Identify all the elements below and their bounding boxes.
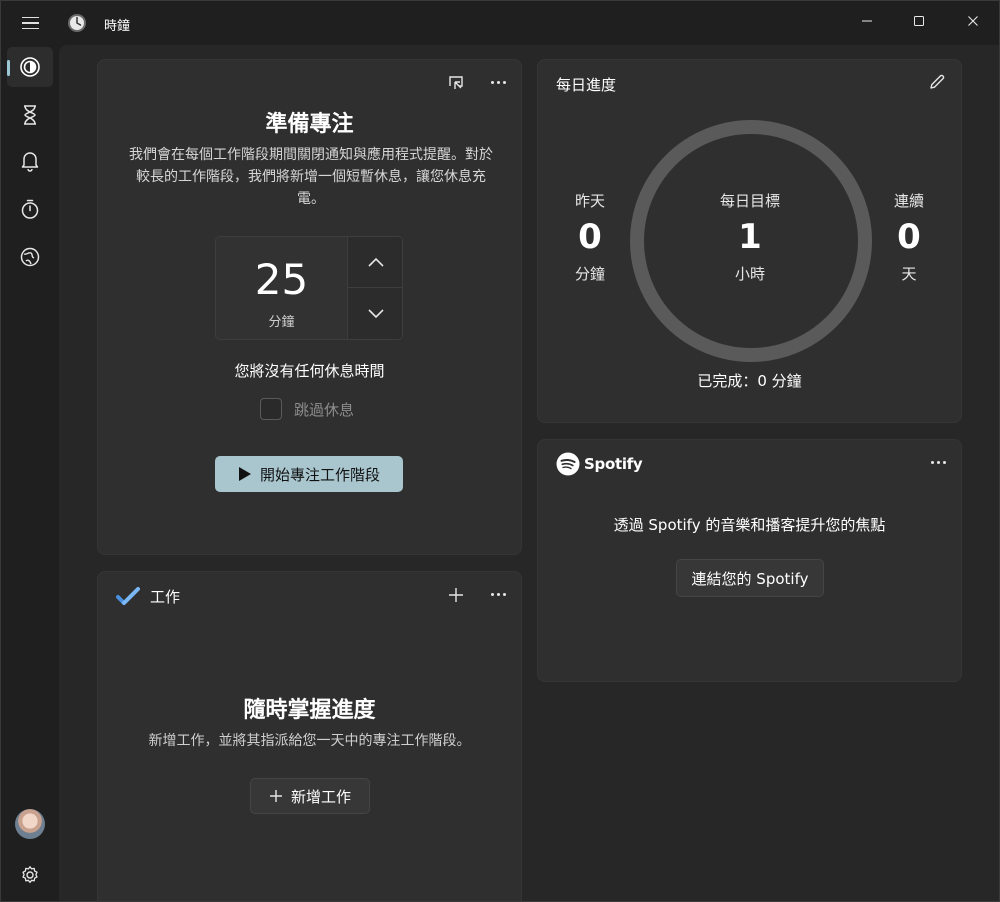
daily-goal-unit: 小時 [734, 265, 765, 283]
daily-progress-title: 每日進度 [556, 76, 617, 94]
menu-icon[interactable] [11, 9, 49, 37]
minimize-button[interactable] [840, 1, 894, 41]
yesterday-unit: 分鐘 [574, 265, 605, 283]
sidebar-item-world-clock[interactable] [7, 237, 53, 277]
streak-unit: 天 [901, 265, 917, 283]
chevron-down-icon [368, 308, 384, 318]
pencil-icon [930, 74, 945, 89]
focus-description: 我們會在每個工作階段期間關閉通知與應用程式提醒。對於較長的工作階段，我們將新增一… [129, 147, 493, 207]
duration-value-box[interactable]: 25 分鐘 [216, 237, 347, 339]
connect-spotify-button[interactable]: 連結您的 Spotify [676, 559, 824, 597]
hourglass-icon [24, 105, 36, 125]
streak-value: 0 [897, 217, 921, 257]
gear-icon [22, 866, 38, 884]
duration-value: 25 [254, 255, 309, 304]
sidebar-item-focus-sessions[interactable] [7, 47, 53, 87]
yesterday-value: 0 [578, 217, 602, 257]
break-info: 您將沒有任何休息時間 [234, 362, 385, 380]
add-task-label: 新增工作 [290, 787, 351, 806]
spotify-card: Spotify 透過 Spotify 的音樂和播客提升您的焦點 連結您的 Spo… [537, 439, 962, 682]
chevron-up-icon [368, 257, 384, 267]
daily-goal-stat: 每日目標 1 小時 [708, 190, 792, 284]
close-button[interactable] [946, 1, 999, 41]
play-icon [238, 467, 251, 481]
edit-goals-button[interactable] [924, 70, 950, 94]
spotify-brand: Spotify [584, 455, 643, 473]
globe-icon [20, 247, 40, 267]
spotify-icon [556, 452, 580, 476]
decrease-duration-button[interactable] [347, 288, 402, 339]
tasks-heading: 隨時掌握進度 [243, 698, 376, 723]
daily-goal-label: 每日目標 [719, 192, 780, 210]
yesterday-stat: 昨天 0 分鐘 [550, 190, 630, 284]
clock-app-window: 時鐘 準備專注 我們會在每個工作階段期間關閉通知與應用程式提醒。對於較長的工作階… [0, 0, 1000, 902]
skip-break-row: 跳過休息 [260, 398, 354, 420]
tasks-more-button[interactable] [484, 584, 512, 604]
sidebar [1, 45, 59, 901]
spotify-logo: Spotify [556, 452, 643, 476]
clock-app-icon [68, 14, 86, 32]
connect-spotify-label: 連結您的 Spotify [691, 569, 809, 588]
streak-stat: 連續 0 天 [869, 190, 949, 284]
focus-card: 準備專注 我們會在每個工作階段期間關閉通知與應用程式提醒。對於較長的工作階段，我… [97, 59, 522, 555]
daily-goal-value: 1 [738, 217, 762, 257]
tasks-subtitle: 新增工作，並將其指派給您一天中的專注工作階段。 [148, 733, 471, 749]
sidebar-item-alarm[interactable] [7, 141, 53, 181]
duration-unit: 分鐘 [268, 315, 295, 330]
minimize-icon [862, 20, 872, 22]
spotify-description: 透過 Spotify 的音樂和播客提升您的焦點 [613, 516, 886, 534]
plus-icon [269, 790, 282, 802]
tasks-card: 工作 隨時掌握進度 新增工作，並將其指派給您一天中的專注工作階段。 新增工作 [97, 571, 522, 901]
todo-logo-icon [116, 587, 140, 605]
streak-label: 連續 [893, 192, 924, 210]
close-icon [968, 16, 978, 26]
plus-icon [449, 588, 463, 602]
compact-overlay-icon [449, 76, 463, 89]
daily-progress-card: 每日進度 昨天 0 分鐘 每日目標 1 小時 連續 0 天 已完成：0 分鐘 [537, 59, 962, 423]
bell-icon [21, 152, 39, 172]
skip-break-label: 跳過休息 [294, 400, 355, 419]
maximize-button[interactable] [892, 1, 946, 41]
compact-overlay-button[interactable] [444, 72, 468, 94]
skip-break-checkbox[interactable] [260, 398, 282, 420]
start-focus-button[interactable]: 開始專注工作階段 [215, 456, 403, 492]
increase-duration-button[interactable] [347, 237, 402, 288]
focus-more-button[interactable] [484, 72, 512, 92]
tasks-title: 工作 [150, 588, 181, 606]
add-task-plus-button[interactable] [444, 584, 468, 606]
completed-text: 已完成：0 分鐘 [697, 372, 802, 390]
maximize-icon [914, 16, 924, 26]
sidebar-item-stopwatch[interactable] [7, 189, 53, 229]
duration-stepper: 25 分鐘 [215, 236, 403, 340]
avatar[interactable] [15, 809, 45, 839]
settings-button[interactable] [7, 855, 53, 895]
stopwatch-icon [21, 199, 39, 219]
app-title: 時鐘 [104, 19, 131, 34]
add-task-button[interactable]: 新增工作 [250, 778, 370, 814]
yesterday-label: 昨天 [574, 192, 605, 210]
spotify-more-button[interactable] [924, 452, 952, 472]
main-content: 準備專注 我們會在每個工作階段期間關閉通知與應用程式提醒。對於較長的工作階段，我… [59, 45, 999, 901]
title-bar: 時鐘 [1, 1, 999, 45]
focus-title: 準備專注 [265, 112, 354, 137]
start-focus-label: 開始專注工作階段 [259, 465, 380, 484]
focus-icon [20, 57, 40, 77]
sidebar-item-timer[interactable] [7, 95, 53, 135]
